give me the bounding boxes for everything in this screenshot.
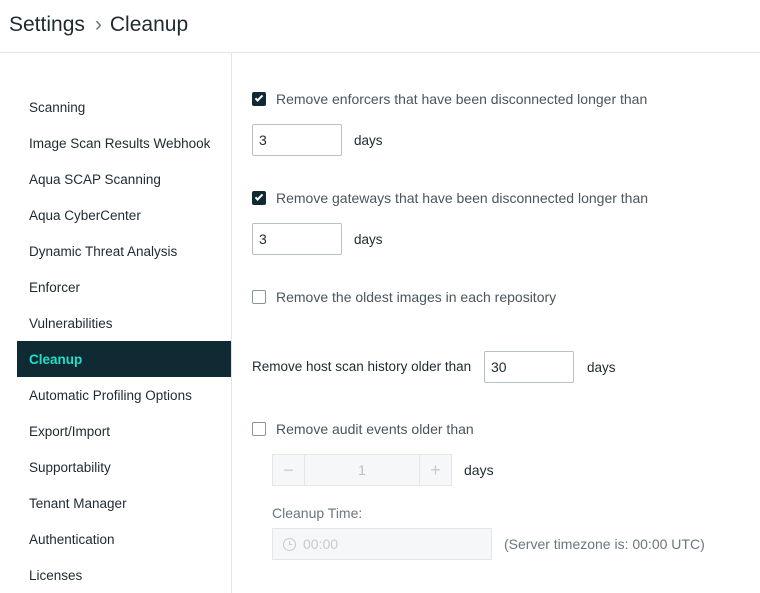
chevron-right-icon: › — [94, 13, 102, 36]
page-header: Settings › Cleanup — [0, 0, 760, 53]
sidebar-item-scanning[interactable]: Scanning — [17, 89, 231, 125]
breadcrumb: Settings › Cleanup — [9, 13, 188, 37]
cleanup-time-label: Cleanup Time: — [272, 505, 363, 521]
host-scan-label: Remove host scan history older than — [252, 359, 472, 374]
sidebar-item-supportability[interactable]: Supportability — [17, 449, 231, 485]
gateways-days-unit: days — [354, 232, 383, 247]
audit-events-label: Remove audit events older than — [276, 421, 474, 437]
plus-icon[interactable]: + — [419, 455, 451, 485]
host-scan-days-unit: days — [587, 360, 616, 375]
gateways-option[interactable]: Remove gateways that have been disconnec… — [252, 190, 648, 206]
gateways-label: Remove gateways that have been disconnec… — [276, 190, 649, 206]
host-scan-days-input[interactable] — [484, 351, 574, 383]
sidebar-item-vulnerabilities[interactable]: Vulnerabilities — [17, 305, 231, 341]
sidebar-item-automatic-profiling-options[interactable]: Automatic Profiling Options — [17, 377, 231, 413]
enforcers-option[interactable]: Remove enforcers that have been disconne… — [252, 91, 647, 107]
sidebar-item-tenant-manager[interactable]: Tenant Manager — [17, 485, 231, 521]
audit-events-stepper-value[interactable]: 1 — [305, 455, 419, 485]
sidebar-item-enforcer[interactable]: Enforcer — [17, 269, 231, 305]
cleanup-time-input[interactable]: 00:00 — [272, 528, 492, 560]
sidebar-item-aqua-cybercenter[interactable]: Aqua CyberCenter — [17, 197, 231, 233]
gateways-checkbox[interactable] — [252, 191, 266, 205]
sidebar: Scanning Image Scan Results Webhook Aqua… — [0, 53, 232, 593]
minus-icon[interactable]: − — [273, 455, 305, 485]
clock-icon — [283, 537, 296, 551]
enforcers-checkbox[interactable] — [252, 92, 266, 106]
sidebar-item-authentication[interactable]: Authentication — [17, 521, 231, 557]
enforcers-days-unit: days — [354, 133, 383, 148]
cleanup-time-placeholder: 00:00 — [303, 536, 339, 552]
sidebar-item-cleanup[interactable]: Cleanup — [17, 341, 231, 377]
oldest-images-label: Remove the oldest images in each reposit… — [276, 289, 557, 305]
sidebar-item-dynamic-threat-analysis[interactable]: Dynamic Threat Analysis — [17, 233, 231, 269]
oldest-images-checkbox[interactable] — [252, 290, 266, 304]
check-icon — [254, 192, 264, 201]
sidebar-item-aqua-scap-scanning[interactable]: Aqua SCAP Scanning — [17, 161, 231, 197]
check-icon — [254, 93, 264, 102]
audit-events-days-unit: days — [464, 462, 494, 478]
breadcrumb-root[interactable]: Settings — [9, 13, 85, 37]
sidebar-item-image-scan-results-webhook[interactable]: Image Scan Results Webhook — [17, 125, 231, 161]
audit-events-checkbox[interactable] — [252, 422, 266, 436]
audit-events-stepper[interactable]: − 1 + — [272, 454, 452, 486]
enforcers-label: Remove enforcers that have been disconne… — [276, 91, 648, 107]
sidebar-item-licenses[interactable]: Licenses — [17, 557, 231, 593]
timezone-note: (Server timezone is: 00:00 UTC) — [504, 536, 705, 552]
enforcers-days-input[interactable] — [252, 124, 342, 156]
audit-events-option[interactable]: Remove audit events older than — [252, 421, 474, 437]
oldest-images-option[interactable]: Remove the oldest images in each reposit… — [252, 289, 556, 305]
gateways-days-input[interactable] — [252, 223, 342, 255]
cleanup-settings-panel: Remove enforcers that have been disconne… — [232, 53, 760, 593]
sidebar-item-export-import[interactable]: Export/Import — [17, 413, 231, 449]
page-title: Cleanup — [109, 13, 189, 36]
